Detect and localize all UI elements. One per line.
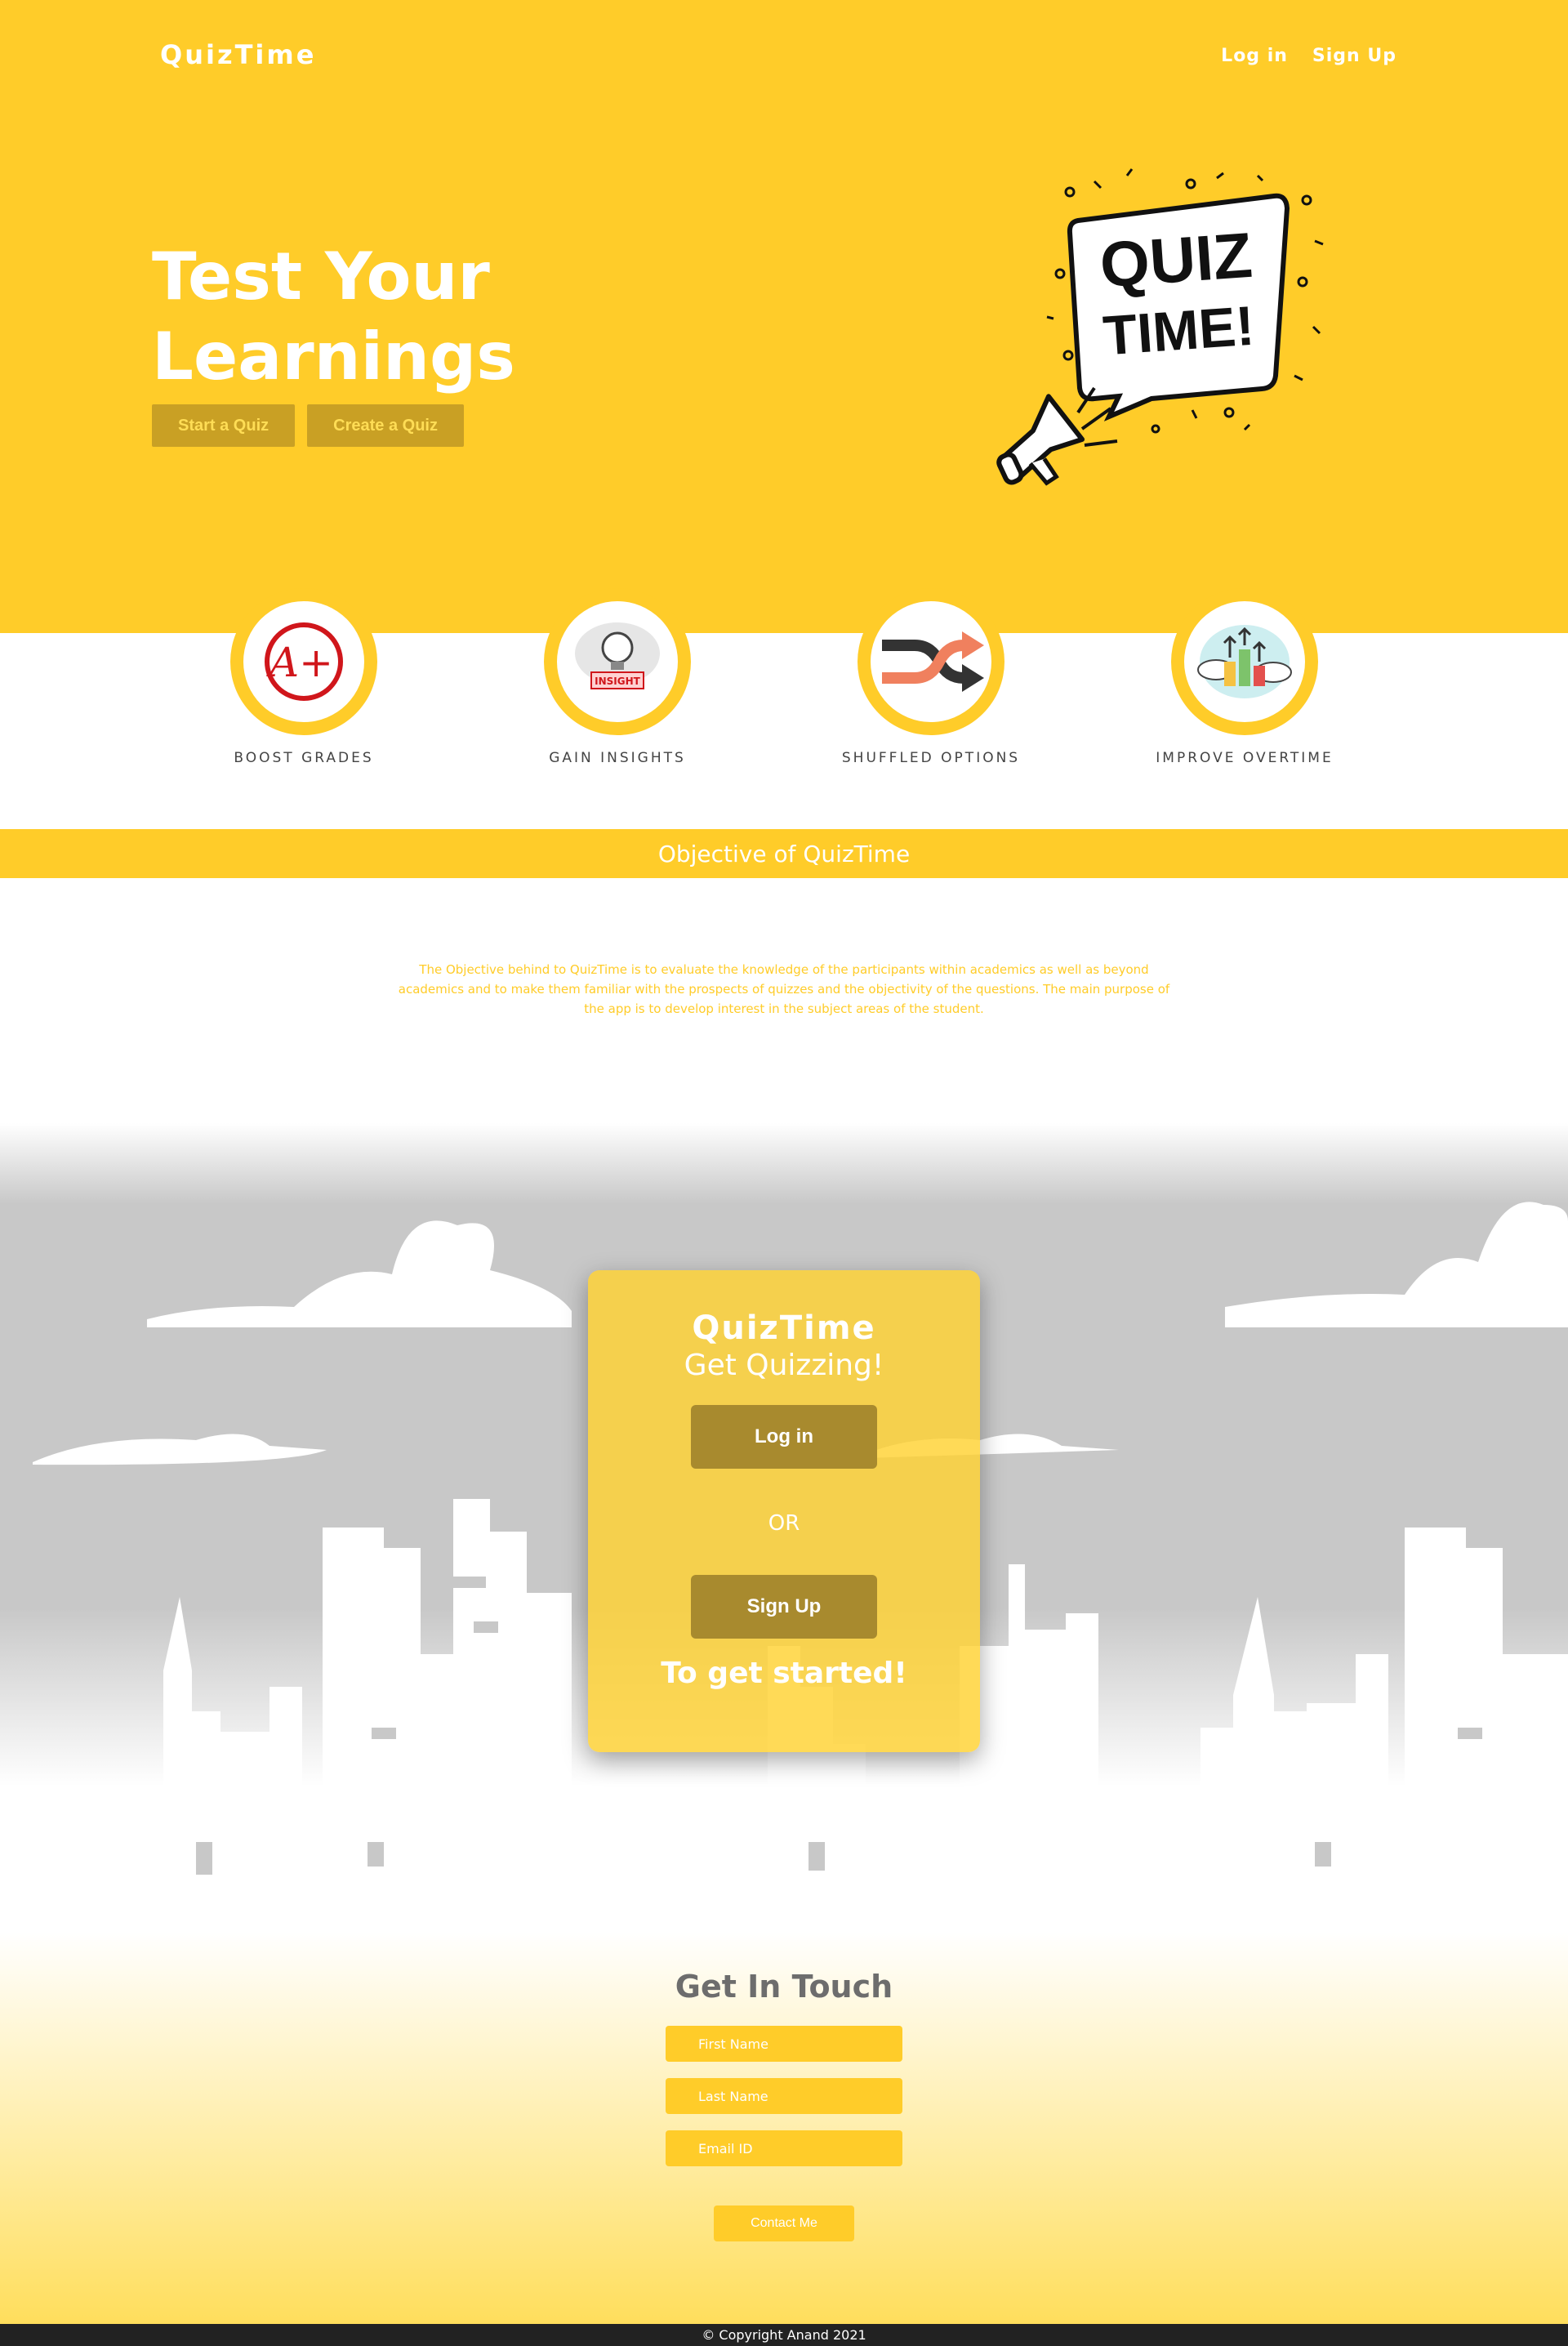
nav-login-link[interactable]: Log in <box>1221 46 1288 66</box>
hero-title: Test Your Learnings <box>152 237 577 397</box>
quiz-art-line2: TIME! <box>1101 295 1256 368</box>
feature-label: IMPROVE OVERTIME <box>1156 750 1334 766</box>
feature-gain-insights: INSIGHT GAIN INSIGHTS <box>495 588 740 766</box>
feature-shuffled-options: SHUFFLED OPTIONS <box>808 588 1054 766</box>
start-quiz-button[interactable]: Start a Quiz <box>152 404 296 447</box>
hero-title-line1: Test Your <box>152 239 490 314</box>
features-row: A+ BOOST GRADES INSIGHT GAIN INSIGHTS SH… <box>0 588 1568 776</box>
top-nav: Log in Sign Up <box>1221 46 1396 66</box>
card-title: QuizTime <box>692 1309 876 1347</box>
contact-me-button[interactable]: Contact Me <box>714 2206 854 2241</box>
hero-title-line2: Learnings <box>152 319 515 395</box>
insight-bulb-icon: INSIGHT <box>575 622 660 689</box>
quiz-art-line1: QUIZ <box>1098 219 1254 301</box>
growth-chart-icon <box>1197 625 1292 698</box>
first-name-field[interactable] <box>666 2026 902 2062</box>
copyright-footer: © Copyright Anand 2021 <box>0 2324 1568 2346</box>
hero-section: QuizTime Log in Sign Up Test Your Learni… <box>0 0 1568 633</box>
email-field[interactable] <box>666 2130 902 2166</box>
card-footer-text: To get started! <box>661 1657 907 1690</box>
card-or-divider: OR <box>768 1511 800 1536</box>
objective-text: The Objective behind to QuizTime is to e… <box>398 962 1170 1016</box>
contact-title: Get In Touch <box>675 1969 893 2005</box>
last-name-field[interactable] <box>666 2078 902 2114</box>
hero-buttons: Start a Quiz Create a Quiz <box>152 404 464 447</box>
card-login-button[interactable]: Log in <box>691 1405 877 1469</box>
feature-label: SHUFFLED OPTIONS <box>841 750 1021 766</box>
feature-improve-overtime: IMPROVE OVERTIME <box>1122 588 1367 766</box>
card-signup-button[interactable]: Sign Up <box>691 1575 877 1639</box>
get-started-card: QuizTime Get Quizzing! Log in OR Sign Up… <box>588 1270 980 1752</box>
grade-badge-text: A+ <box>266 639 333 686</box>
feature-boost-grades: A+ BOOST GRADES <box>181 588 426 766</box>
card-subtitle: Get Quizzing! <box>684 1349 884 1382</box>
insight-badge-text: INSIGHT <box>595 676 641 687</box>
objective-heading: Objective of QuizTime <box>0 829 1568 878</box>
nav-signup-link[interactable]: Sign Up <box>1312 46 1396 66</box>
grade-a-plus-icon: A+ <box>265 622 343 701</box>
feature-label: GAIN INSIGHTS <box>549 750 686 766</box>
create-quiz-button[interactable]: Create a Quiz <box>307 404 464 447</box>
brand-logo[interactable]: QuizTime <box>160 39 316 70</box>
quiz-time-megaphone-icon: QUIZ TIME! <box>996 168 1324 486</box>
feature-label: BOOST GRADES <box>234 750 374 766</box>
contact-section: Get In Touch Contact Me <box>0 1932 1568 2324</box>
shuffle-icon <box>882 631 984 692</box>
